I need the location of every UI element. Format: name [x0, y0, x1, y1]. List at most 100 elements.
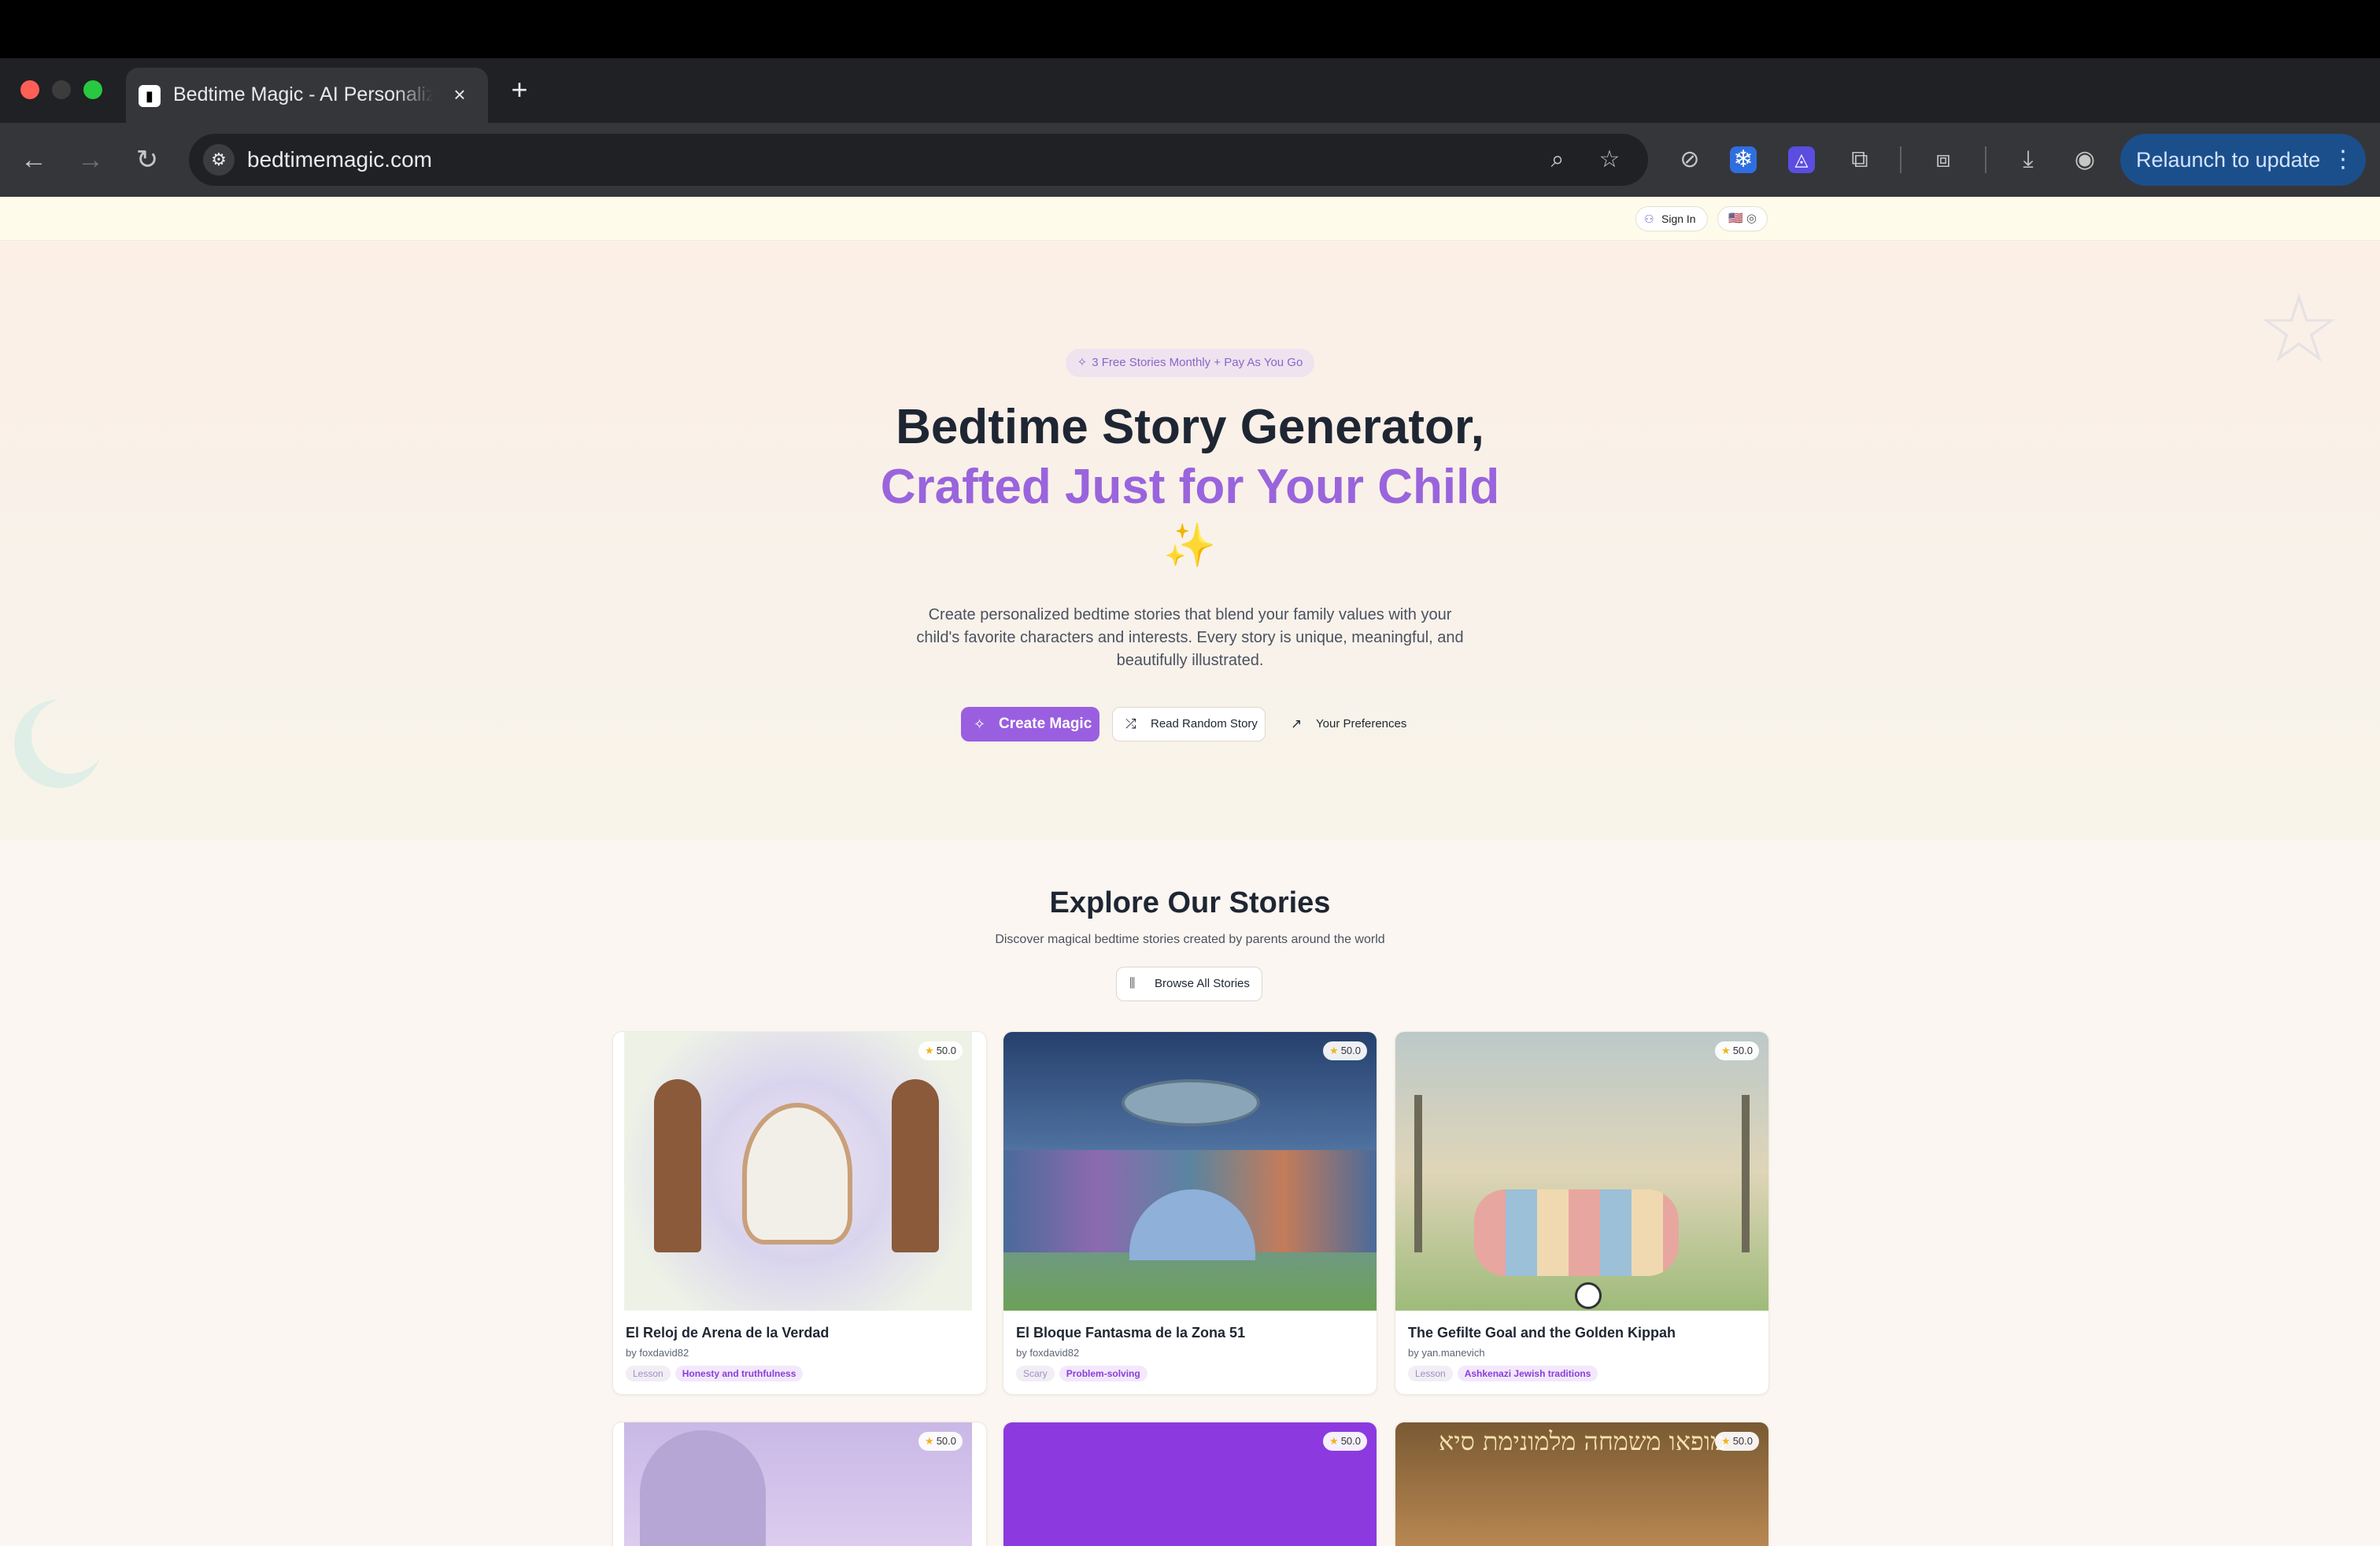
- star-icon: ★: [1329, 1045, 1339, 1056]
- address-bar[interactable]: ⚙ bedtimemagic.com ⌕ ☆: [189, 134, 1648, 186]
- star-icon: ★: [925, 1435, 934, 1447]
- story-cover-image: מופאו משמחה מלמונימת סיא ★ 50.0: [1395, 1422, 1768, 1546]
- promo-badge: ✧ 3 Free Stories Monthly + Pay As You Go: [1066, 349, 1314, 377]
- trending-up-icon: ↗: [1291, 716, 1303, 731]
- hero-section: ☆ ✧ 3 Free Stories Monthly + Pay As You G…: [0, 242, 2380, 840]
- profile-icon[interactable]: ◉: [2068, 143, 2101, 176]
- story-cover-image: ★ 50.0: [624, 1032, 972, 1311]
- story-card[interactable]: ★ 50.0 The Gefilte Goal and the Golden Ki…: [1395, 1031, 1769, 1395]
- sparkles-icon: ✧: [974, 716, 986, 732]
- language-selector[interactable]: 🇺🇸 ◎: [1717, 206, 1768, 231]
- relaunch-button[interactable]: Relaunch to update ⋮: [2120, 134, 2366, 186]
- forward-button[interactable]: →: [72, 142, 109, 178]
- star-decoration-icon: ☆: [2256, 276, 2341, 382]
- section-title: Explore Our Stories: [1049, 886, 1331, 919]
- extension-icon-2[interactable]: ❄: [1730, 146, 1757, 173]
- moon-decoration-icon: [31, 698, 107, 774]
- rating-badge: ★ 50.0: [918, 1432, 963, 1451]
- story-author: by foxdavid82: [626, 1347, 689, 1359]
- tag-category: Lesson: [1408, 1366, 1453, 1381]
- story-title: El Reloj de Arena de la Verdad: [626, 1325, 830, 1341]
- create-magic-button[interactable]: ✧ Create Magic: [961, 707, 1099, 742]
- os-menu-bar: [0, 0, 2380, 58]
- site-header: ⚇ Sign In 🇺🇸 ◎: [0, 197, 2380, 241]
- zoom-icon[interactable]: ⌕: [1543, 145, 1572, 175]
- story-cover-image: ★ 50.0: [1003, 1032, 1377, 1311]
- extension-icon-3[interactable]: ◬: [1788, 146, 1815, 173]
- tag-value: Honesty and truthfulness: [674, 1366, 804, 1381]
- rating-badge: ★ 50.0: [1715, 1041, 1759, 1060]
- story-tags: Lesson Honesty and truthfulness: [626, 1366, 808, 1383]
- story-tags: Lesson Ashkenazi Jewish traditions: [1408, 1366, 1602, 1383]
- promo-text: 3 Free Stories Monthly + Pay As You Go: [1092, 356, 1303, 369]
- tab-title: Bedtime Magic - AI Personalized Bedtime …: [173, 83, 433, 105]
- sparkle-emoji: ✨: [1163, 522, 1217, 569]
- relaunch-label: Relaunch to update: [2136, 148, 2321, 172]
- browser-tab[interactable]: ▮ Bedtime Magic - AI Personalized Bedtim…: [126, 68, 488, 123]
- url-text[interactable]: bedtimemagic.com: [247, 143, 432, 176]
- browse-label: Browse All Stories: [1155, 977, 1250, 990]
- child-on-horse-illustration: [742, 1103, 852, 1245]
- section-subtitle: Discover magical bedtime stories created…: [995, 933, 1385, 946]
- downloads-icon[interactable]: ⤓: [2012, 143, 2045, 176]
- story-cover-image: ★ 50.0: [1395, 1032, 1768, 1311]
- extension-icon-1[interactable]: ⊘: [1673, 143, 1706, 176]
- more-menu-icon[interactable]: ⋮: [2331, 134, 2355, 186]
- new-tab-button[interactable]: +: [504, 74, 535, 105]
- tag-category: Scary: [1016, 1366, 1055, 1381]
- user-icon: ⚇: [1644, 213, 1654, 225]
- story-author: by foxdavid82: [1016, 1347, 1080, 1359]
- bookmark-star-icon[interactable]: ☆: [1595, 145, 1624, 175]
- sign-in-label: Sign In: [1661, 213, 1696, 225]
- read-random-label: Read Random Story: [1151, 717, 1258, 730]
- story-card[interactable]: ★ 50.0 El Bloque Fantasma de la Zona 51 b…: [1003, 1031, 1377, 1395]
- back-button[interactable]: ←: [16, 142, 52, 178]
- rating-badge: ★ 50.0: [1323, 1432, 1367, 1451]
- tab-search-icon[interactable]: ⧈: [1927, 143, 1960, 176]
- story-tags: Scary Problem-solving: [1016, 1366, 1152, 1383]
- tab-close-icon[interactable]: ×: [447, 82, 472, 107]
- clock-illustration: [892, 1079, 939, 1252]
- tag-value: Ashkenazi Jewish traditions: [1457, 1366, 1598, 1381]
- maximize-window-button[interactable]: [83, 80, 102, 99]
- story-card[interactable]: ★ 50.0: [612, 1422, 987, 1546]
- story-author: by yan.manevich: [1408, 1347, 1485, 1359]
- story-card[interactable]: מופאו משמחה מלמונימת סיא ★ 50.0: [1395, 1422, 1769, 1546]
- toolbar-separator: [1900, 146, 1901, 173]
- site-info-icon[interactable]: ⚙: [203, 144, 235, 176]
- story-title: El Bloque Fantasma de la Zona 51: [1016, 1325, 1246, 1341]
- your-preferences-button[interactable]: ↗ Your Preferences: [1278, 707, 1414, 742]
- star-icon: ★: [1721, 1045, 1731, 1056]
- star-icon: ★: [1329, 1435, 1339, 1447]
- story-card[interactable]: ★ 50.0: [1003, 1422, 1377, 1546]
- rating-badge: ★ 50.0: [918, 1041, 963, 1060]
- favicon-icon: ▮: [139, 85, 161, 107]
- extensions-puzzle-icon[interactable]: ⧉: [1843, 143, 1876, 176]
- read-random-story-button[interactable]: ⤮ Read Random Story: [1112, 707, 1266, 742]
- story-cover-image: ★ 50.0: [624, 1422, 972, 1546]
- clock-illustration: [654, 1079, 701, 1252]
- reload-button[interactable]: ↻: [129, 142, 165, 178]
- browse-all-stories-button[interactable]: ⫼ Browse All Stories: [1116, 967, 1262, 1001]
- soccer-ball-icon: [1575, 1282, 1602, 1309]
- sign-in-button[interactable]: ⚇ Sign In: [1635, 206, 1708, 231]
- cover-hebrew-title: מופאו משמחה מלמונימת סיא: [1439, 1426, 1725, 1456]
- children-playing-illustration: [1474, 1189, 1679, 1276]
- close-window-button[interactable]: [20, 80, 39, 99]
- hero-title: Bedtime Story Generator,: [896, 400, 1484, 454]
- shuffle-icon: ⤮: [1125, 716, 1136, 731]
- story-card[interactable]: ★ 50.0 El Reloj de Arena de la Verdad by …: [612, 1031, 987, 1395]
- page: ⚇ Sign In 🇺🇸 ◎ ☆ ✧ 3 Free Stories Monthly…: [0, 197, 2380, 1546]
- hero-title-accent: Crafted Just for Your Child: [880, 460, 1500, 514]
- hero-description: Create personalized bedtime stories that…: [916, 606, 1464, 669]
- canopy-bed-illustration: [640, 1430, 766, 1546]
- library-icon: ⫼: [1129, 977, 1136, 990]
- goal-post-illustration: [1414, 1095, 1422, 1252]
- tag-category: Lesson: [626, 1366, 671, 1381]
- illustration-background: [1003, 1422, 1377, 1546]
- preferences-label: Your Preferences: [1316, 717, 1407, 730]
- star-icon: ★: [1721, 1435, 1731, 1447]
- rating-badge: ★ 50.0: [1323, 1041, 1367, 1060]
- ufo-illustration: [1122, 1079, 1260, 1126]
- minimize-window-button[interactable]: [52, 80, 71, 99]
